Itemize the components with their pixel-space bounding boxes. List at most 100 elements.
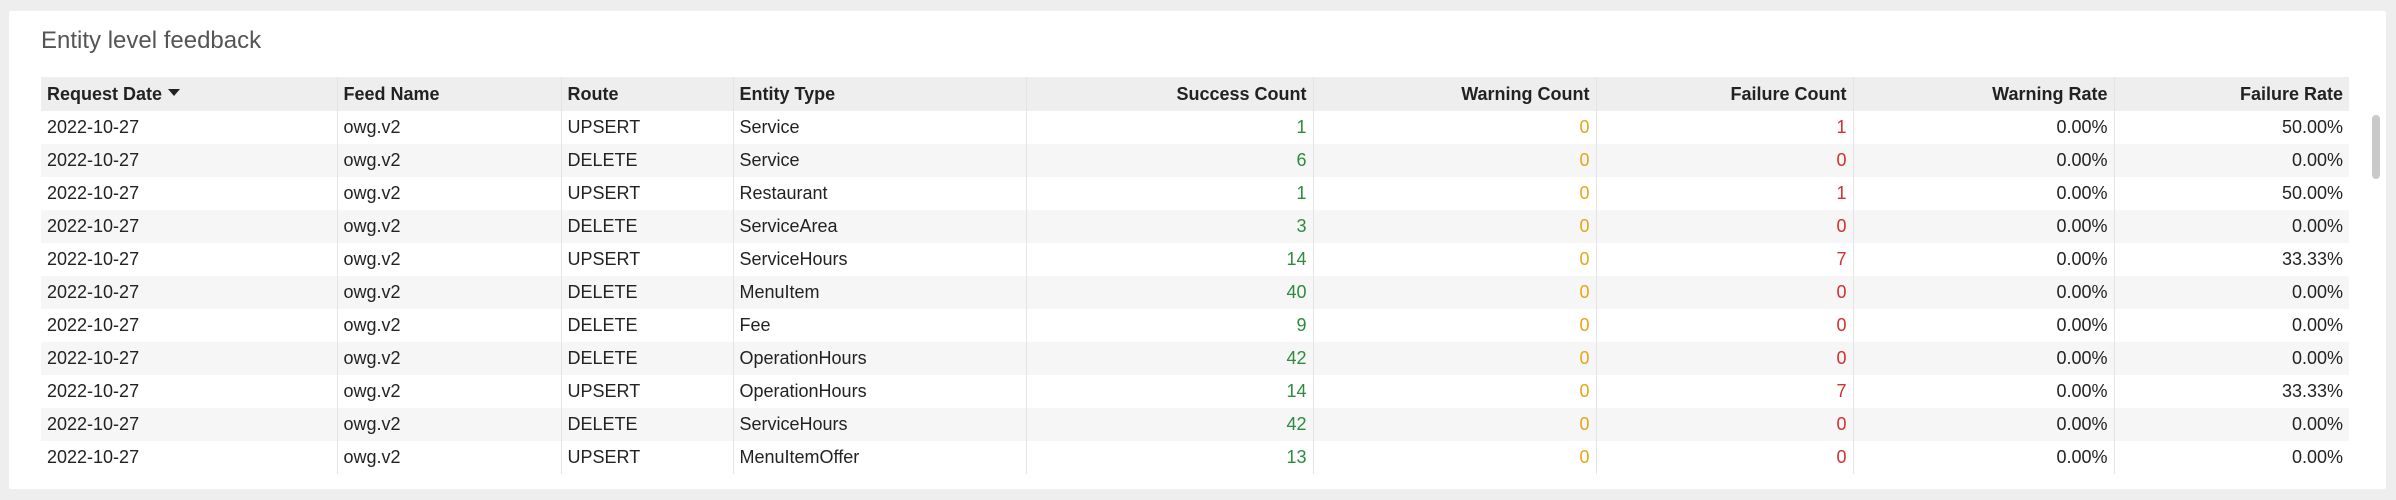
table-row[interactable]: 2022-10-27 owg.v2 UPSERT OperationHours 14 0 7… [41,375,2349,408]
route-cell: DELETE [561,342,734,375]
column-header-request-date[interactable]: Request Date [41,77,338,111]
warning-rate-cell: 0.00% [1853,375,2115,408]
feed-name-cell: owg.v2 [337,309,562,342]
feed-name-cell: owg.v2 [337,111,562,144]
vertical-scrollbar[interactable] [2372,115,2380,179]
table-row[interactable]: 2022-10-27 owg.v2 DELETE MenuItem 40 0 0 0.00% 0… [41,276,2349,309]
table-row[interactable]: 2022-10-27 owg.v2 DELETE OperationHours 42 0 0… [41,342,2349,375]
table-row[interactable]: 2022-10-27 owg.v2 DELETE Service 6 0 0 0.00% 0.0… [41,144,2349,177]
feedback-table: Request Date Feed Name Route Entity Type… [41,77,2349,474]
table-header-row: Request Date Feed Name Route Entity Type… [41,77,2349,111]
table-row[interactable]: 2022-10-27 owg.v2 UPSERT Service 1 0 1 0.00% 50.… [41,111,2349,144]
request-date-cell: 2022-10-27 [41,111,338,144]
request-date-cell: 2022-10-27 [41,243,338,276]
success-count-cell: 40 [1026,276,1314,309]
warning-count-cell: 0 [1313,309,1597,342]
failure-count-cell: 0 [1596,276,1854,309]
route-cell: UPSERT [561,441,734,474]
column-header-failure-count[interactable]: Failure Count [1596,77,1854,111]
success-count-cell: 42 [1026,342,1314,375]
entity-type-cell: MenuItem [733,276,1027,309]
success-count-cell: 14 [1026,375,1314,408]
route-cell: UPSERT [561,177,734,210]
success-count-cell: 1 [1026,111,1314,144]
failure-count-cell: 1 [1596,177,1854,210]
warning-rate-cell: 0.00% [1853,309,2115,342]
request-date-cell: 2022-10-27 [41,144,338,177]
table-row[interactable]: 2022-10-27 owg.v2 UPSERT ServiceHours 14 0 7 0.… [41,243,2349,276]
failure-rate-cell: 33.33% [2281,249,2343,269]
failure-count-cell: 0 [1596,408,1854,441]
failure-count-cell: 0 [1596,210,1854,243]
table-scroll-area[interactable]: Request Date Feed Name Route Entity Type… [41,77,2349,477]
failure-rate-cell: 50.00% [2281,117,2343,137]
failure-count-cell: 0 [1596,144,1854,177]
warning-count-cell: 0 [1313,144,1597,177]
entity-type-cell: Fee [733,309,1027,342]
failure-count-cell: 7 [1596,243,1854,276]
warning-rate-cell: 0.00% [1853,408,2115,441]
failure-count-cell: 7 [1596,375,1854,408]
entity-type-cell: OperationHours [733,342,1027,375]
failure-count-cell: 0 [1596,441,1854,474]
table-row[interactable]: 2022-10-27 owg.v2 DELETE ServiceArea 3 0 0 0.00… [41,210,2349,243]
table-row[interactable]: 2022-10-27 owg.v2 UPSERT Restaurant 1 0 1 0.00%… [41,177,2349,210]
success-count-cell: 3 [1026,210,1314,243]
warning-count-cell: 0 [1313,375,1597,408]
failure-count-cell: 0 [1596,342,1854,375]
feed-name-cell: owg.v2 [337,342,562,375]
entity-type-cell: Service [733,111,1027,144]
warning-rate-cell: 0.00% [1853,276,2115,309]
route-cell: DELETE [561,210,734,243]
failure-rate-cell: 0.00% [2114,342,2349,375]
column-header-route[interactable]: Route [561,77,734,111]
failure-rate-cell: 0.00% [2114,408,2349,441]
warning-rate-cell: 0.00% [1853,111,2115,144]
route-cell: UPSERT [561,243,734,276]
warning-rate-cell: 0.00% [1853,441,2115,474]
table-row[interactable]: 2022-10-27 owg.v2 DELETE ServiceHours 42 0 0 0.… [41,408,2349,441]
feed-name-cell: owg.v2 [337,177,562,210]
entity-type-cell: Service [733,144,1027,177]
table-row[interactable]: 2022-10-27 owg.v2 UPSERT MenuItemOffer 13 0 0 0… [41,441,2349,474]
table-row[interactable]: 2022-10-27 owg.v2 DELETE Fee 9 0 0 0.00% 0.00% [41,309,2349,342]
column-header-failure-rate[interactable]: Failure Rate [2114,77,2349,111]
column-header-feed-name[interactable]: Feed Name [337,77,562,111]
route-cell: DELETE [561,144,734,177]
entity-type-cell: MenuItemOffer [733,441,1027,474]
entity-type-cell: OperationHours [733,375,1027,408]
request-date-cell: 2022-10-27 [41,408,338,441]
warning-count-cell: 0 [1313,441,1597,474]
success-count-cell: 13 [1026,441,1314,474]
feed-name-cell: owg.v2 [337,144,562,177]
route-cell: DELETE [561,408,734,441]
failure-rate-cell: 0.00% [2291,315,2343,335]
entity-type-cell: Restaurant [733,177,1027,210]
request-date-cell: 2022-10-27 [41,342,338,375]
failure-rate-cell: 0.00% [2114,144,2349,177]
request-date-cell: 2022-10-27 [41,210,338,243]
success-count-cell: 42 [1026,408,1314,441]
warning-count-cell: 0 [1313,111,1597,144]
warning-count-cell: 0 [1313,177,1597,210]
failure-rate-cell: 50.00% [2281,183,2343,203]
feed-name-cell: owg.v2 [337,276,562,309]
failure-rate-cell: 0.00% [2291,447,2343,467]
column-header-warning-count[interactable]: Warning Count [1313,77,1597,111]
warning-rate-cell: 0.00% [1853,144,2115,177]
column-header-warning-rate[interactable]: Warning Rate [1853,77,2115,111]
success-count-cell: 1 [1026,177,1314,210]
entity-type-cell: ServiceHours [733,243,1027,276]
warning-rate-cell: 0.00% [1853,342,2115,375]
panel-title: Entity level feedback [41,27,262,54]
request-date-cell: 2022-10-27 [41,276,338,309]
caret-down-icon [168,89,181,97]
column-header-entity-type[interactable]: Entity Type [733,77,1027,111]
feed-name-cell: owg.v2 [337,210,562,243]
warning-rate-cell: 0.00% [1853,177,2115,210]
success-count-cell: 9 [1026,309,1314,342]
warning-count-cell: 0 [1313,210,1597,243]
feed-name-cell: owg.v2 [337,441,562,474]
route-cell: UPSERT [561,111,734,144]
column-header-success-count[interactable]: Success Count [1026,77,1314,111]
